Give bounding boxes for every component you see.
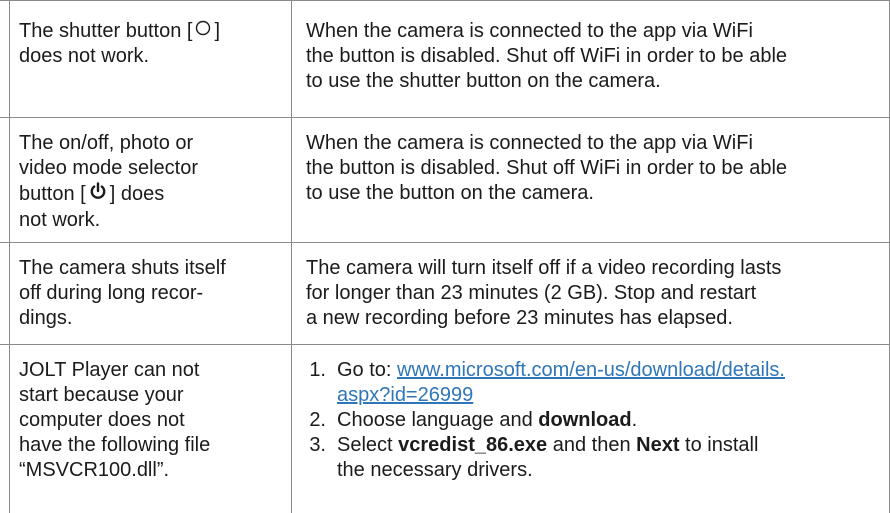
problem-cell: The shutter button [] does not work. (19, 19, 281, 69)
problem-line: start because your (19, 384, 184, 406)
step-item: 2. Choose language and download. (306, 408, 884, 433)
problem-text: The shutter button [ (19, 20, 193, 42)
problem-cell: The camera shuts itself off during long … (19, 256, 281, 331)
step-line: Select vcredist_86.exe and then Next to … (337, 433, 884, 458)
step-bold-text: download (538, 409, 632, 431)
problem-line: computer does not (19, 409, 185, 431)
problem-cell: JOLT Player can not start because your c… (19, 358, 281, 483)
circle-icon (194, 19, 212, 44)
troubleshooting-table: The shutter button [] does not work. Whe… (0, 0, 890, 513)
steps-list: 1. Go to: www.microsoft.com/en-us/downlo… (306, 358, 884, 483)
solution-line: to use the button on the camera. (306, 182, 594, 204)
problem-line: video mode selector (19, 157, 198, 179)
table-column-divider (291, 0, 292, 513)
solution-cell: When the camera is connected to the app … (306, 19, 884, 94)
step-text: Choose language and (337, 409, 539, 431)
step-bold-text: vcredist_86.exe (398, 434, 548, 456)
step-line: Choose language and download. (337, 408, 884, 433)
step-text: Select (337, 434, 399, 456)
solution-cell: When the camera is connected to the app … (306, 131, 884, 206)
table-border-left (9, 0, 10, 513)
table-rule (0, 242, 890, 243)
step-line: Go to: www.microsoft.com/en-us/download/… (337, 358, 884, 383)
problem-line: have the following file (19, 434, 211, 456)
solution-line: a new recording before 23 minutes has el… (306, 307, 733, 329)
step-item: 3. Select vcredist_86.exe and then Next … (306, 433, 884, 483)
microsoft-download-link-continued[interactable]: aspx?id=26999 (337, 384, 473, 406)
solution-line: to use the shutter button on the camera. (306, 70, 661, 92)
step-text: to install (679, 434, 759, 456)
solution-line: When the camera is connected to the app … (306, 20, 753, 42)
step-line: the necessary drivers. (337, 459, 533, 481)
microsoft-download-link[interactable]: www.microsoft.com/en-us/download/details… (397, 359, 785, 381)
step-item: 1. Go to: www.microsoft.com/en-us/downlo… (306, 358, 884, 408)
problem-line: dings. (19, 307, 73, 329)
problem-text: button [ (19, 182, 86, 205)
solution-line: The camera will turn itself off if a vid… (306, 257, 782, 279)
problem-line: off during long recor- (19, 282, 204, 304)
problem-line: The on/off, photo or (19, 132, 194, 154)
problem-line: The shutter button [] (19, 19, 281, 44)
step-number: 2. (309, 409, 326, 431)
solution-line: the button is disabled. Shut off WiFi in… (306, 157, 788, 179)
step-number: 1. (309, 359, 326, 381)
solution-cell: The camera will turn itself off if a vid… (306, 256, 884, 331)
solution-line: When the camera is connected to the app … (306, 132, 753, 154)
problem-text: ] (214, 20, 220, 42)
problem-line: does not work. (19, 45, 150, 68)
table-rule (0, 0, 890, 1)
step-text: . (631, 409, 638, 431)
table-rule (0, 344, 890, 345)
step-text: and then (547, 434, 637, 456)
solution-line: for longer than 23 minutes (2 GB). Stop … (306, 282, 757, 304)
problem-text: ] does (109, 182, 165, 205)
problem-line: The camera shuts itself (19, 257, 226, 279)
step-line: aspx?id=26999 (337, 383, 884, 408)
problem-line: button [ ] does (19, 181, 281, 208)
power-icon (88, 181, 108, 208)
solution-cell: 1. Go to: www.microsoft.com/en-us/downlo… (306, 358, 884, 483)
problem-line: JOLT Player can not (19, 359, 200, 381)
step-number: 3. (309, 434, 326, 456)
solution-line: the button is disabled. Shut off WiFi in… (306, 45, 788, 67)
problem-cell: The on/off, photo or video mode selector… (19, 131, 281, 233)
table-rule (0, 117, 890, 118)
step-bold-text: Next (636, 434, 680, 456)
problem-line: “MSVCR100.dll”. (19, 459, 170, 481)
problem-line: not work. (19, 209, 101, 231)
step-text: Go to: (337, 359, 398, 381)
